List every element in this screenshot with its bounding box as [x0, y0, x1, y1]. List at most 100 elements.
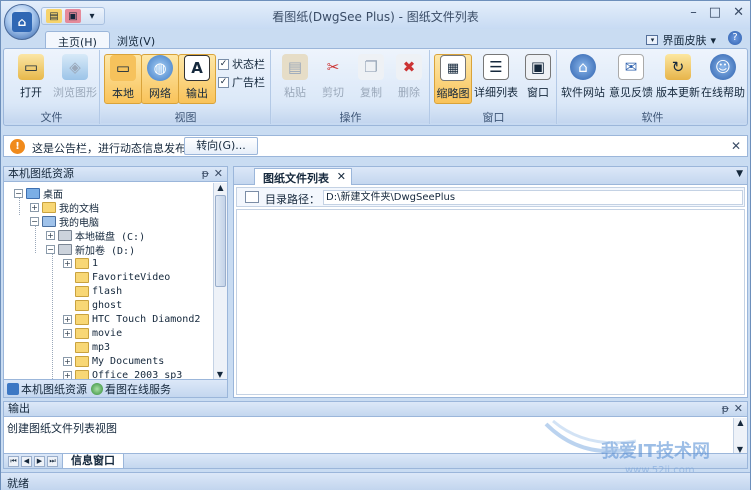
- path-input[interactable]: D:\新建文件夹\DwgSeePlus: [323, 190, 743, 205]
- tab-local-resources[interactable]: 本机图纸资源: [7, 381, 87, 397]
- online-help-button[interactable]: ☺ 在线帮助: [701, 54, 745, 104]
- first-tab-icon[interactable]: ⏮: [8, 456, 19, 467]
- maximize-button[interactable]: □: [709, 5, 721, 20]
- open-label: 打开: [20, 86, 42, 99]
- scroll-thumb[interactable]: [215, 195, 226, 287]
- notice-text: 这是公告栏，进行动态信息发布: [32, 142, 186, 155]
- tab-file-list[interactable]: 图纸文件列表 ✕: [254, 168, 352, 185]
- tree-node[interactable]: + 本地磁盘 (C:): [46, 228, 145, 243]
- folder-icon: [75, 285, 89, 297]
- tab-online-service[interactable]: 看图在线服务: [91, 381, 171, 397]
- group-window-label: 窗口: [431, 109, 556, 124]
- open-button[interactable]: ▭ 打开: [12, 54, 50, 104]
- cut-button[interactable]: ✂ 剪切: [314, 54, 352, 104]
- group-view: ▭ 本地 ◍ 网络 A 输出 ✓ 状态栏 ✓ 广告栏 视图: [101, 50, 271, 124]
- group-software: ⌂ 软件网站 ✉ 意见反馈 ↻ 版本更新 ☺ 在线帮助 软件: [558, 50, 747, 124]
- check-icon: ✓: [218, 58, 229, 70]
- tree-scrollbar[interactable]: ▲ ▼: [213, 183, 227, 379]
- tab-home[interactable]: 主页(H): [45, 31, 110, 49]
- user-icon: ☺: [710, 54, 736, 80]
- prev-tab-icon[interactable]: ◀: [21, 456, 32, 467]
- tab-info-window[interactable]: 信息窗口: [62, 454, 124, 469]
- folder-icon: [75, 327, 89, 339]
- ribbon: ▭ 打开 ◈ 浏览图形 文件 ▭ 本地 ◍ 网络 A 输出 ✓ 状态栏 ✓ 广告…: [3, 48, 748, 126]
- local-folder-icon: ▭: [110, 55, 136, 81]
- open-folder-icon[interactable]: ▤: [46, 9, 62, 23]
- close-icon[interactable]: ✕: [731, 139, 741, 153]
- browse-graphic-icon: ◈: [62, 54, 88, 80]
- scroll-down-icon[interactable]: ▼: [214, 370, 226, 379]
- minimize-button[interactable]: –: [690, 5, 697, 20]
- update-button[interactable]: ↻ 版本更新: [655, 54, 701, 104]
- skin-icon: ▾: [646, 35, 659, 45]
- paste-label: 粘贴: [284, 86, 306, 99]
- directory-icon: [245, 191, 259, 203]
- network-label: 网络: [149, 87, 171, 100]
- pin-icon[interactable]: ᵽ: [202, 167, 209, 180]
- detail-list-icon: ☰: [483, 54, 509, 80]
- file-list-area[interactable]: [236, 209, 745, 395]
- tree-node[interactable]: − 桌面: [14, 186, 63, 201]
- tree-node[interactable]: + My Documents: [63, 354, 164, 368]
- thumbnail-grid-icon: ▦: [440, 55, 466, 81]
- folder-icon: [75, 313, 89, 325]
- close-icon[interactable]: ✕: [734, 402, 743, 415]
- app-logo-icon: ⌂: [12, 12, 32, 32]
- scroll-up-icon[interactable]: ▲: [214, 183, 227, 192]
- detail-list-button[interactable]: ☰ 详细列表: [473, 54, 519, 104]
- close-icon[interactable]: ✕: [214, 167, 223, 180]
- tree-node[interactable]: + 我的文档: [30, 200, 99, 215]
- next-tab-icon[interactable]: ▶: [34, 456, 45, 467]
- thumbnail-label: 缩略图: [436, 87, 470, 100]
- copy-button[interactable]: ❐ 复制: [352, 54, 390, 104]
- statusbar-checkbox[interactable]: ✓ 状态栏: [218, 56, 265, 72]
- chevron-down-icon[interactable]: ▼: [736, 169, 743, 179]
- output-button[interactable]: A 输出: [178, 54, 216, 104]
- skin-menu[interactable]: ▾ 界面皮肤 ▾: [646, 32, 716, 48]
- app-menu-button[interactable]: ⌂: [4, 4, 40, 40]
- tree-node[interactable]: − 新加卷 (D:): [46, 242, 135, 257]
- tree-node[interactable]: − 我的电脑: [30, 214, 99, 229]
- software-site-label: 软件网站: [561, 86, 605, 99]
- tree-node[interactable]: flash: [75, 284, 122, 298]
- folder-icon: [75, 271, 89, 283]
- thumbnail-button[interactable]: ▦ 缩略图: [434, 54, 472, 104]
- browse-graphic-button[interactable]: ◈ 浏览图形: [52, 54, 98, 104]
- globe-icon: ◍: [147, 55, 173, 81]
- window-button[interactable]: ▣ 窗口: [519, 54, 557, 104]
- path-bar: 目录路径： D:\新建文件夹\DwgSeePlus: [236, 187, 745, 207]
- feedback-button[interactable]: ✉ 意见反馈: [608, 54, 654, 104]
- close-icon[interactable]: ✕: [337, 170, 346, 183]
- save-icon[interactable]: ▣: [65, 9, 81, 23]
- local-button[interactable]: ▭ 本地: [104, 54, 142, 104]
- tab-browse[interactable]: 浏览(V): [105, 31, 167, 49]
- delete-button[interactable]: ✖ 删除: [390, 54, 428, 104]
- close-button[interactable]: ✕: [733, 5, 744, 20]
- help-icon[interactable]: ?: [728, 31, 742, 45]
- tree-node[interactable]: + movie: [63, 326, 122, 340]
- software-site-button[interactable]: ⌂ 软件网站: [560, 54, 606, 104]
- group-view-label: 视图: [101, 109, 270, 124]
- tree-node[interactable]: + Office 2003 sp3: [63, 368, 182, 379]
- tree-node[interactable]: ghost: [75, 298, 122, 312]
- quick-access-toolbar: ▤ ▣ ▾: [41, 7, 105, 25]
- adbar-checkbox[interactable]: ✓ 广告栏: [218, 74, 265, 90]
- tree-node[interactable]: FavoriteVideo: [75, 270, 170, 284]
- tree-node[interactable]: + HTC Touch Diamond2: [63, 312, 200, 326]
- notice-bar: ! 这是公告栏，进行动态信息发布 转向(G)... ✕: [3, 135, 748, 157]
- tree-node[interactable]: + 1: [63, 256, 98, 270]
- dropdown-icon[interactable]: ▾: [84, 9, 100, 23]
- computer-icon: [42, 215, 56, 227]
- online-help-label: 在线帮助: [701, 86, 745, 99]
- folder-icon: [75, 341, 89, 353]
- goto-button[interactable]: 转向(G)...: [184, 137, 258, 155]
- cut-label: 剪切: [322, 86, 344, 99]
- title-bar: 看图纸(DwgSee Plus) - 图纸文件列表 – □ ✕: [1, 1, 750, 29]
- paste-button[interactable]: ▤ 粘贴: [276, 54, 314, 104]
- network-button[interactable]: ◍ 网络: [141, 54, 179, 104]
- tree-node[interactable]: mp3: [75, 340, 110, 354]
- globe-icon: [91, 382, 103, 395]
- pin-icon[interactable]: ᵽ: [722, 402, 729, 415]
- last-tab-icon[interactable]: ⏭: [47, 456, 58, 467]
- drive-icon: [58, 243, 72, 255]
